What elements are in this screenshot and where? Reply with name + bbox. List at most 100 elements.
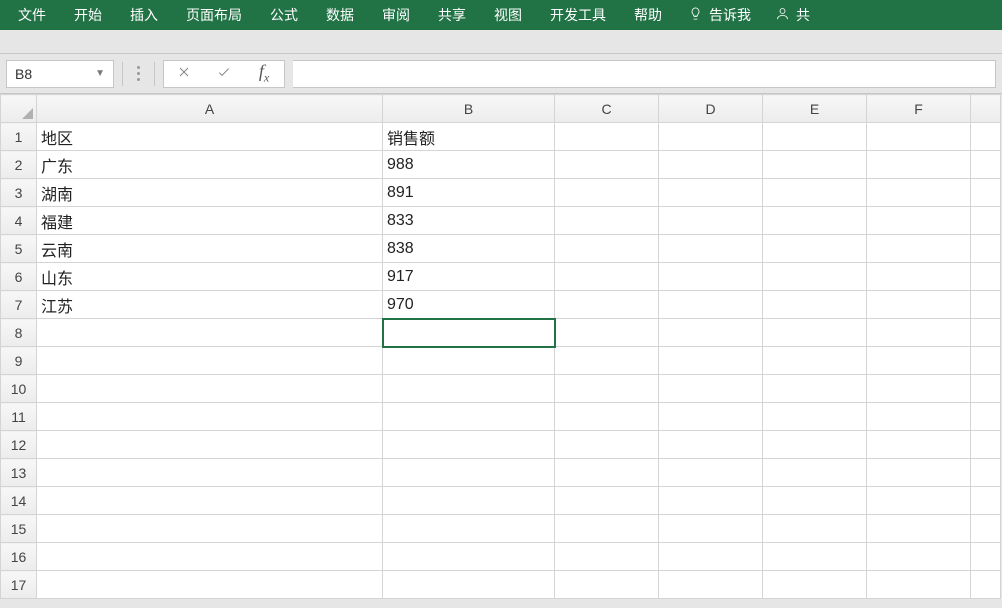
tab-file[interactable]: 文件 bbox=[4, 0, 60, 30]
cancel-button[interactable] bbox=[164, 61, 204, 87]
cell-A1[interactable]: 地区 bbox=[37, 123, 383, 151]
cell-F14[interactable] bbox=[867, 487, 971, 515]
cell-C11[interactable] bbox=[555, 403, 659, 431]
cell-D16[interactable] bbox=[659, 543, 763, 571]
cell-E14[interactable] bbox=[763, 487, 867, 515]
row-header-5[interactable]: 5 bbox=[1, 235, 37, 263]
cell-G4[interactable] bbox=[971, 207, 1001, 235]
tab-help[interactable]: 帮助 bbox=[620, 0, 676, 30]
cell-B6[interactable]: 917 bbox=[383, 263, 555, 291]
column-header-F[interactable]: F bbox=[867, 95, 971, 123]
cell-A5[interactable]: 云南 bbox=[37, 235, 383, 263]
formula-input[interactable] bbox=[293, 60, 996, 88]
cell-A2[interactable]: 广东 bbox=[37, 151, 383, 179]
name-box[interactable]: B8 ▼ bbox=[6, 60, 114, 88]
cell-C10[interactable] bbox=[555, 375, 659, 403]
cell-A15[interactable] bbox=[37, 515, 383, 543]
cell-F5[interactable] bbox=[867, 235, 971, 263]
row-header-11[interactable]: 11 bbox=[1, 403, 37, 431]
tab-data[interactable]: 数据 bbox=[312, 0, 368, 30]
cell-D2[interactable] bbox=[659, 151, 763, 179]
tab-view[interactable]: 视图 bbox=[480, 0, 536, 30]
cell-C13[interactable] bbox=[555, 459, 659, 487]
row-header-4[interactable]: 4 bbox=[1, 207, 37, 235]
cell-F6[interactable] bbox=[867, 263, 971, 291]
row-header-10[interactable]: 10 bbox=[1, 375, 37, 403]
cell-B16[interactable] bbox=[383, 543, 555, 571]
cell-C6[interactable] bbox=[555, 263, 659, 291]
row-header-3[interactable]: 3 bbox=[1, 179, 37, 207]
cell-D3[interactable] bbox=[659, 179, 763, 207]
cell-G1[interactable] bbox=[971, 123, 1001, 151]
row-header-7[interactable]: 7 bbox=[1, 291, 37, 319]
row-header-1[interactable]: 1 bbox=[1, 123, 37, 151]
cell-F15[interactable] bbox=[867, 515, 971, 543]
cell-C15[interactable] bbox=[555, 515, 659, 543]
insert-function-button[interactable]: fx bbox=[244, 61, 284, 87]
cell-E17[interactable] bbox=[763, 571, 867, 599]
cell-C3[interactable] bbox=[555, 179, 659, 207]
tab-review[interactable]: 审阅 bbox=[368, 0, 424, 30]
cell-E2[interactable] bbox=[763, 151, 867, 179]
share-header-button[interactable]: 共 bbox=[763, 5, 822, 25]
cell-F4[interactable] bbox=[867, 207, 971, 235]
cell-E12[interactable] bbox=[763, 431, 867, 459]
tab-home[interactable]: 开始 bbox=[60, 0, 116, 30]
cell-F13[interactable] bbox=[867, 459, 971, 487]
cell-C4[interactable] bbox=[555, 207, 659, 235]
cell-E8[interactable] bbox=[763, 319, 867, 347]
cell-F7[interactable] bbox=[867, 291, 971, 319]
cell-E11[interactable] bbox=[763, 403, 867, 431]
cell-G5[interactable] bbox=[971, 235, 1001, 263]
cell-D6[interactable] bbox=[659, 263, 763, 291]
cell-B9[interactable] bbox=[383, 347, 555, 375]
row-header-17[interactable]: 17 bbox=[1, 571, 37, 599]
cell-D12[interactable] bbox=[659, 431, 763, 459]
cell-B17[interactable] bbox=[383, 571, 555, 599]
enter-button[interactable] bbox=[204, 61, 244, 87]
cell-B7[interactable]: 970 bbox=[383, 291, 555, 319]
cell-G6[interactable] bbox=[971, 263, 1001, 291]
cell-A13[interactable] bbox=[37, 459, 383, 487]
cell-F2[interactable] bbox=[867, 151, 971, 179]
cell-C2[interactable] bbox=[555, 151, 659, 179]
cell-A17[interactable] bbox=[37, 571, 383, 599]
cell-D11[interactable] bbox=[659, 403, 763, 431]
cell-G11[interactable] bbox=[971, 403, 1001, 431]
cell-D9[interactable] bbox=[659, 347, 763, 375]
cell-A4[interactable]: 福建 bbox=[37, 207, 383, 235]
cell-B8[interactable] bbox=[383, 319, 555, 347]
cell-G9[interactable] bbox=[971, 347, 1001, 375]
cell-D5[interactable] bbox=[659, 235, 763, 263]
cell-A6[interactable]: 山东 bbox=[37, 263, 383, 291]
row-header-16[interactable]: 16 bbox=[1, 543, 37, 571]
cell-G16[interactable] bbox=[971, 543, 1001, 571]
cell-F9[interactable] bbox=[867, 347, 971, 375]
cell-A16[interactable] bbox=[37, 543, 383, 571]
cell-E6[interactable] bbox=[763, 263, 867, 291]
cell-G13[interactable] bbox=[971, 459, 1001, 487]
column-header-E[interactable]: E bbox=[763, 95, 867, 123]
tab-developer[interactable]: 开发工具 bbox=[536, 0, 620, 30]
cell-C5[interactable] bbox=[555, 235, 659, 263]
cell-G15[interactable] bbox=[971, 515, 1001, 543]
cell-B12[interactable] bbox=[383, 431, 555, 459]
row-header-14[interactable]: 14 bbox=[1, 487, 37, 515]
cell-G17[interactable] bbox=[971, 571, 1001, 599]
column-header-partial[interactable] bbox=[971, 95, 1001, 123]
cell-G10[interactable] bbox=[971, 375, 1001, 403]
cell-D17[interactable] bbox=[659, 571, 763, 599]
row-header-6[interactable]: 6 bbox=[1, 263, 37, 291]
cell-G14[interactable] bbox=[971, 487, 1001, 515]
tell-me-button[interactable]: 告诉我 bbox=[676, 5, 763, 25]
cell-G12[interactable] bbox=[971, 431, 1001, 459]
drag-handle-icon[interactable] bbox=[131, 66, 146, 81]
cell-G2[interactable] bbox=[971, 151, 1001, 179]
cell-E16[interactable] bbox=[763, 543, 867, 571]
cell-B14[interactable] bbox=[383, 487, 555, 515]
row-header-2[interactable]: 2 bbox=[1, 151, 37, 179]
cell-E9[interactable] bbox=[763, 347, 867, 375]
select-all-corner[interactable] bbox=[1, 95, 37, 123]
column-header-C[interactable]: C bbox=[555, 95, 659, 123]
cell-E1[interactable] bbox=[763, 123, 867, 151]
